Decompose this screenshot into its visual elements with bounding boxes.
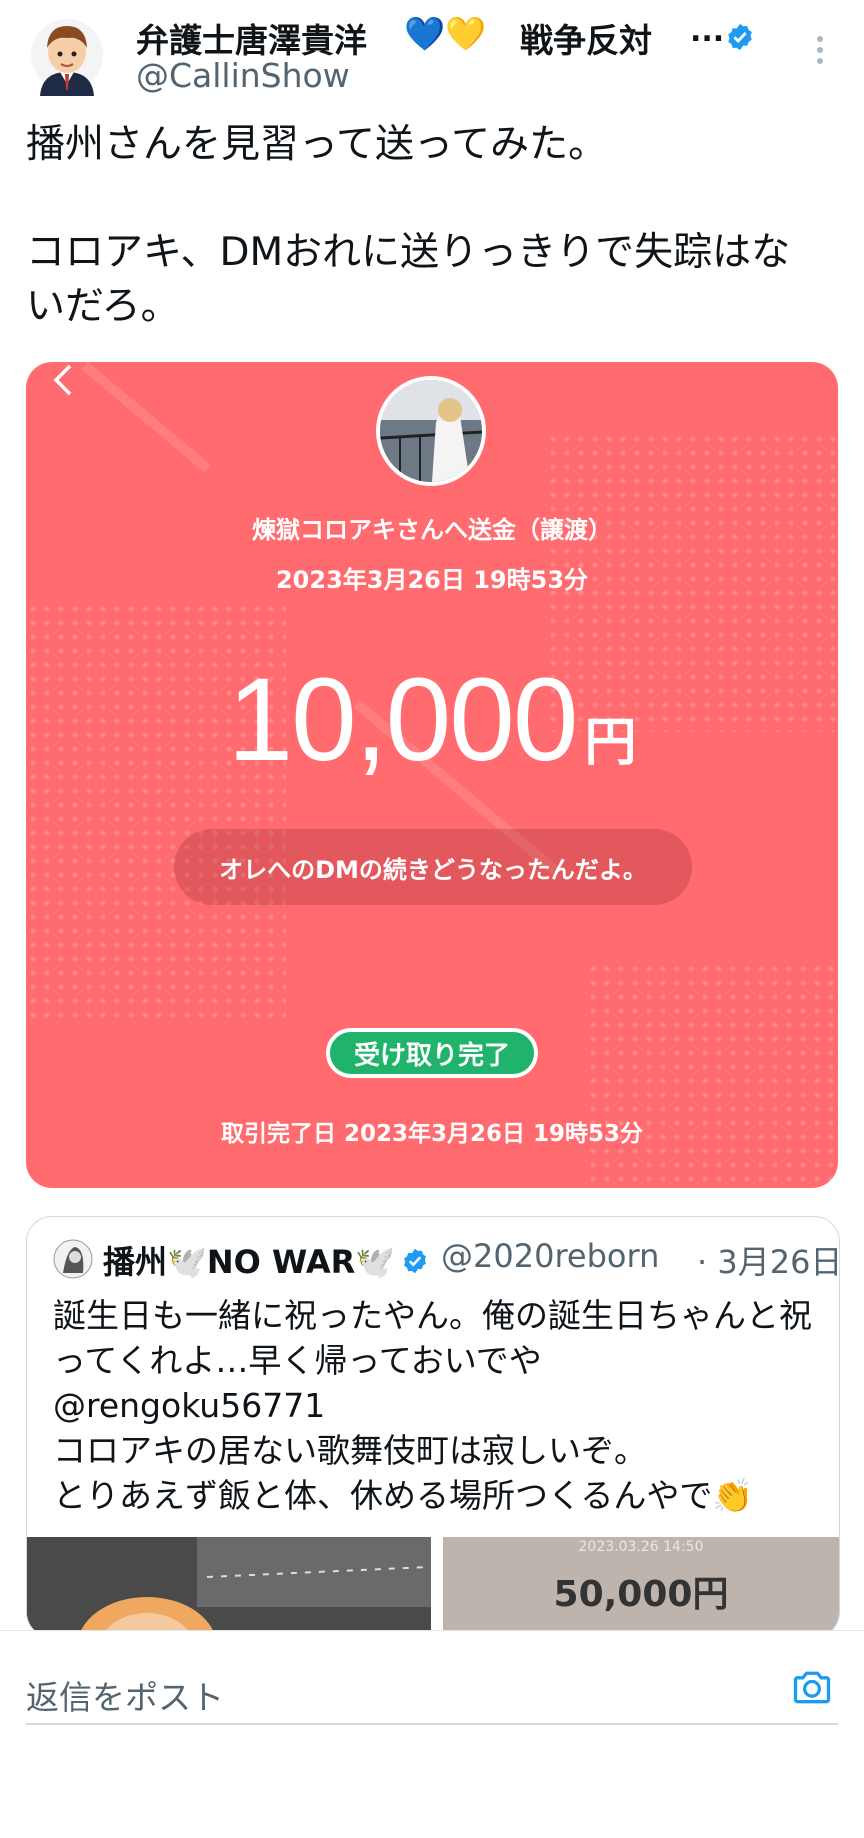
author-avatar[interactable]	[30, 14, 104, 96]
amount-unit: 円	[584, 713, 637, 773]
receipt-amount: 50,000円	[553, 1574, 729, 1615]
quote-text: 誕生日も一緒に祝ったやん。俺の誕生日ちゃんと祝ってくれよ…早く帰っておいでや @…	[53, 1296, 812, 1515]
author-name-tag[interactable]: 戦争反対	[520, 14, 652, 62]
quote-author-handle[interactable]: @2020reborn	[441, 1237, 659, 1275]
verified-badge-icon	[725, 22, 755, 52]
chevron-left-icon[interactable]	[48, 362, 78, 402]
reply-input[interactable]: 返信をポスト	[26, 1671, 224, 1719]
author-name[interactable]: 弁護士唐澤貴洋	[136, 14, 367, 62]
camera-icon[interactable]	[790, 1665, 834, 1709]
quote-author-name[interactable]: 播州🕊️NO WAR🕊️	[103, 1237, 395, 1283]
amount-display: 10,000 円	[26, 652, 838, 788]
amount-value: 10,000	[227, 654, 579, 786]
receipt-timestamp: 2023.03.26 14:50	[578, 1539, 704, 1555]
verified-badge-icon	[401, 1247, 429, 1275]
reply-bar: 返信をポスト	[0, 1630, 864, 1741]
quote-date[interactable]: · 3月26日	[697, 1237, 839, 1283]
quote-image-receipt[interactable]: 2023.03.26 14:50 50,000円	[443, 1537, 839, 1637]
quote-author-avatar[interactable]	[53, 1239, 93, 1279]
reply-divider	[26, 1723, 838, 1725]
author-handle[interactable]: @CallinShow	[136, 56, 350, 95]
quoted-tweet[interactable]: 播州🕊️NO WAR🕊️ @2020reborn · 3月26日 誕生日も一緒に…	[26, 1216, 840, 1638]
heart-emojis: 💙💛	[404, 14, 487, 53]
payment-receipt-image[interactable]: 煉獄コロアキさんへ送金（譲渡） 2023年3月26日 19時53分 10,000…	[26, 362, 838, 1188]
recipient-label: 煉獄コロアキさんへ送金（譲渡）	[252, 516, 612, 544]
send-date: 2023年3月26日 19時53分	[275, 566, 589, 594]
more-vert-icon[interactable]	[808, 34, 832, 66]
transfer-message: オレへのDMの続きどうなったんだよ。	[174, 829, 692, 905]
quote-image-photo[interactable]	[27, 1537, 431, 1637]
tweet-text: 播州さんを見習って送ってみた。 コロアキ、DMおれに送りっきりで失踪はないだろ。	[26, 122, 791, 329]
recipient-avatar	[376, 376, 486, 486]
name-truncation: ...	[690, 14, 725, 49]
completion-date: 取引完了日 2023年3月26日 19時53分	[220, 1121, 644, 1147]
status-badge: 受け取り完了	[326, 1028, 538, 1078]
